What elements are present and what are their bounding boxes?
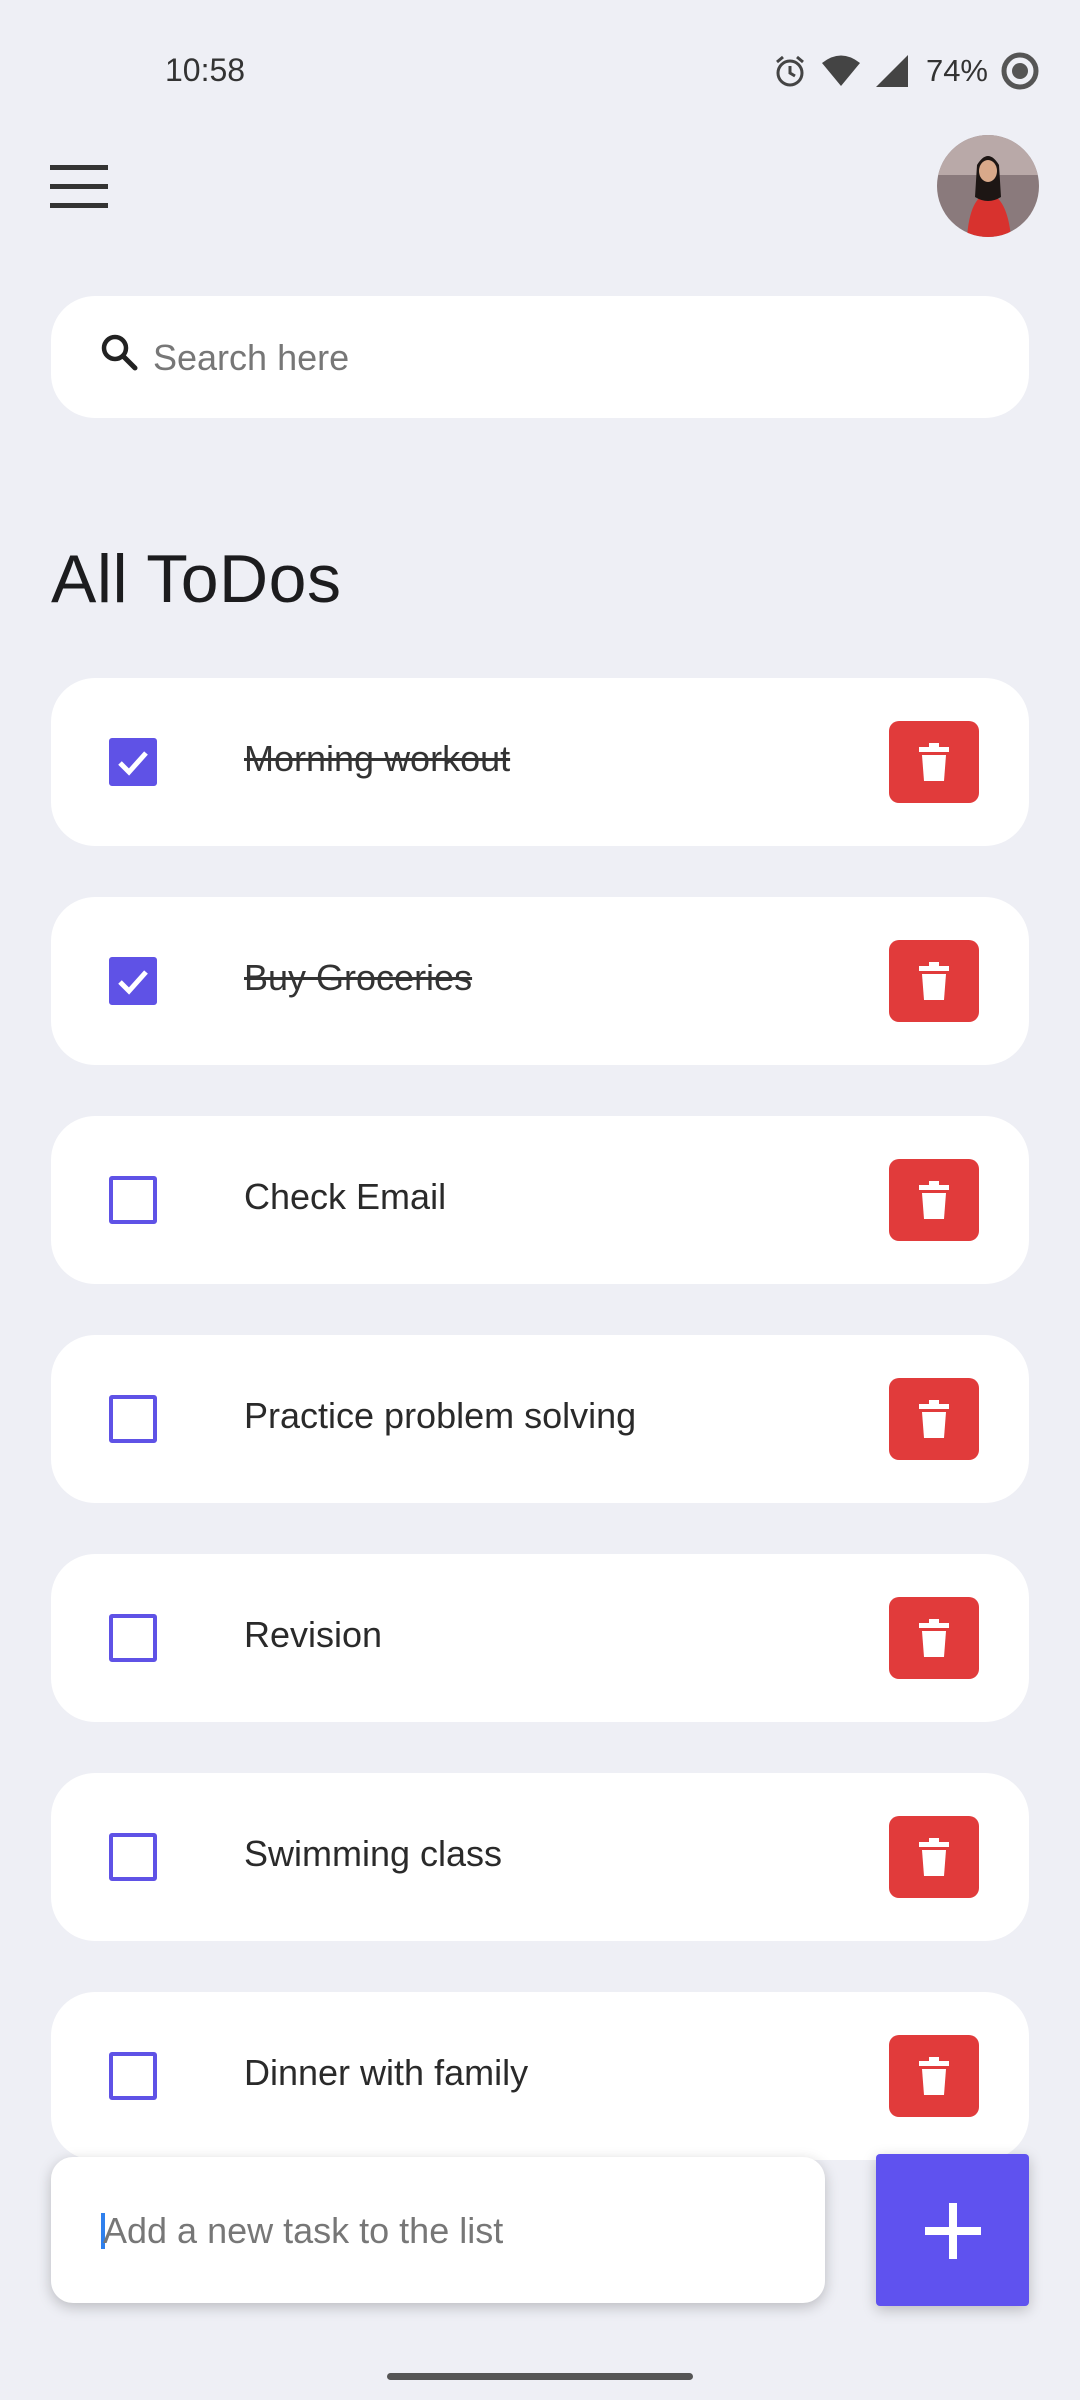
wifi-icon [820, 54, 862, 88]
todo-label: Dinner with family [244, 2052, 529, 2093]
todo-item[interactable]: Morning workout [51, 678, 1029, 846]
delete-button[interactable] [889, 721, 979, 803]
home-indicator[interactable] [387, 2373, 693, 2380]
todo-item[interactable]: Revision [51, 1554, 1029, 1722]
alarm-icon [772, 53, 808, 89]
checkbox-unchecked[interactable] [109, 1176, 157, 1224]
checkbox-unchecked[interactable] [109, 2052, 157, 2100]
checkbox-unchecked[interactable] [109, 1833, 157, 1881]
delete-button[interactable] [889, 2035, 979, 2117]
todo-label: Practice problem solving [244, 1395, 637, 1436]
status-icons: 74% [772, 48, 1040, 94]
todo-label: Swimming class [244, 1833, 503, 1874]
delete-button[interactable] [889, 1159, 979, 1241]
todo-item[interactable]: Check Email [51, 1116, 1029, 1284]
status-time: 10:58 [165, 52, 246, 88]
todo-label: Buy Groceries [244, 957, 473, 998]
todo-item[interactable]: Buy Groceries [51, 897, 1029, 1065]
todo-list: Morning workout Buy Groceries Check Email P… [51, 678, 1029, 2211]
new-task-field[interactable] [51, 2157, 825, 2303]
todo-label: Revision [244, 1614, 383, 1655]
avatar[interactable] [937, 135, 1039, 237]
trash-icon [919, 1181, 949, 1219]
todo-item[interactable]: Practice problem solving [51, 1335, 1029, 1503]
trash-icon [919, 1838, 949, 1876]
signal-icon [874, 53, 910, 89]
trash-icon [919, 1400, 949, 1438]
battery-icon [1000, 51, 1040, 91]
new-task-input[interactable] [101, 2197, 805, 2265]
todo-label: Check Email [244, 1176, 447, 1217]
delete-button[interactable] [889, 1597, 979, 1679]
search-icon [99, 332, 139, 377]
plus-icon [925, 2203, 981, 2259]
status-bar: 10:58 74% [0, 0, 1080, 140]
trash-icon [919, 2057, 949, 2095]
delete-button[interactable] [889, 1378, 979, 1460]
todo-item[interactable]: Dinner with family [51, 1992, 1029, 2160]
add-task-button[interactable] [876, 2154, 1029, 2306]
search-input[interactable] [151, 322, 975, 394]
battery-percent: 74% [925, 53, 988, 88]
trash-icon [919, 743, 949, 781]
delete-button[interactable] [889, 940, 979, 1022]
checkmark-icon [118, 970, 148, 995]
trash-icon [919, 962, 949, 1000]
checkbox-unchecked[interactable] [109, 1614, 157, 1662]
checkbox-checked[interactable] [109, 738, 157, 786]
trash-icon [919, 1619, 949, 1657]
checkmark-icon [118, 751, 148, 776]
todo-app-screen: 10:58 74% Search here All ToDos Morning … [0, 0, 1080, 2400]
page-title: All ToDos [51, 541, 342, 617]
search-bar[interactable] [51, 296, 1029, 418]
checkbox-checked[interactable] [109, 957, 157, 1005]
delete-button[interactable] [889, 1816, 979, 1898]
hamburger-menu-icon[interactable] [50, 165, 108, 209]
todo-item[interactable]: Swimming class [51, 1773, 1029, 1941]
checkbox-unchecked[interactable] [109, 1395, 157, 1443]
todo-label: Morning workout [244, 738, 511, 779]
